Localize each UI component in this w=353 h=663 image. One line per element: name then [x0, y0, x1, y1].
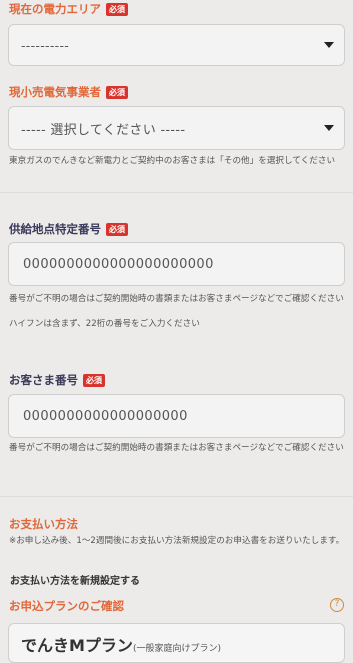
retailer-label-text: 現小売電気事業者 — [9, 85, 101, 99]
plan-subtitle: (一般家庭向けプラン) — [132, 644, 221, 654]
divider — [0, 192, 353, 193]
plan-card: でんきMプラン(一般家庭向けプラン) — [8, 623, 345, 663]
payment-label: お支払い方法 — [9, 516, 78, 532]
help-icon[interactable]: ? — [330, 598, 344, 612]
customer-no-label-text: お客さま番号 — [9, 373, 78, 387]
area-select-value: ---------- — [21, 37, 70, 53]
required-badge: 必須 — [106, 222, 128, 236]
payment-new-setting[interactable]: お支払い方法を新規設定する — [10, 572, 140, 587]
supply-point-hint: ハイフンは含まず、22桁の番号をご入力ください — [9, 319, 200, 329]
retailer-select[interactable]: ----- 選択してください ----- — [8, 106, 345, 150]
retailer-label: 現小売電気事業者 必須 — [9, 84, 128, 100]
area-select[interactable]: ---------- — [8, 24, 345, 66]
retailer-select-value: ----- 選択してください ----- — [21, 122, 186, 138]
supply-point-input[interactable]: 0000000000000000000000 — [8, 242, 345, 286]
chevron-down-icon — [324, 125, 334, 131]
required-badge: 必須 — [83, 373, 105, 387]
plan-label: お申込プランのご確認 — [9, 598, 124, 614]
plan-name: でんきMプラン — [21, 636, 133, 655]
required-badge: 必須 — [106, 2, 128, 16]
area-label: 現在の電力エリア 必須 — [9, 1, 128, 17]
area-label-text: 現在の電力エリア — [9, 2, 101, 16]
plan-title: でんきMプラン(一般家庭向けプラン) — [21, 632, 221, 656]
supply-point-note: 番号がご不明の場合はご契約開始時の書類またはお客さまページなどでご確認ください — [9, 294, 344, 304]
customer-no-label: お客さま番号 必須 — [9, 372, 105, 388]
required-badge: 必須 — [106, 85, 128, 99]
supply-point-label: 供給地点特定番号 必須 — [9, 221, 128, 237]
payment-note: ※お申し込み後、1〜2週間後にお支払い方法新規設定のお申込書をお送りいたします。 — [9, 536, 345, 546]
divider — [0, 496, 353, 497]
customer-no-note: 番号がご不明の場合はご契約開始時の書類またはお客さまページなどでご確認ください — [9, 443, 344, 453]
payment-label-text: お支払い方法 — [9, 517, 78, 531]
supply-point-value: 0000000000000000000000 — [23, 256, 214, 272]
supply-point-label-text: 供給地点特定番号 — [9, 222, 101, 236]
retailer-note: 東京ガスのでんきなど新電力とご契約中のお客さまは「その他」を選択してください — [9, 156, 336, 166]
chevron-down-icon — [324, 42, 334, 48]
customer-no-value: 0000000000000000000 — [23, 408, 188, 424]
plan-label-text: お申込プランのご確認 — [9, 599, 124, 613]
customer-no-input[interactable]: 0000000000000000000 — [8, 394, 345, 438]
